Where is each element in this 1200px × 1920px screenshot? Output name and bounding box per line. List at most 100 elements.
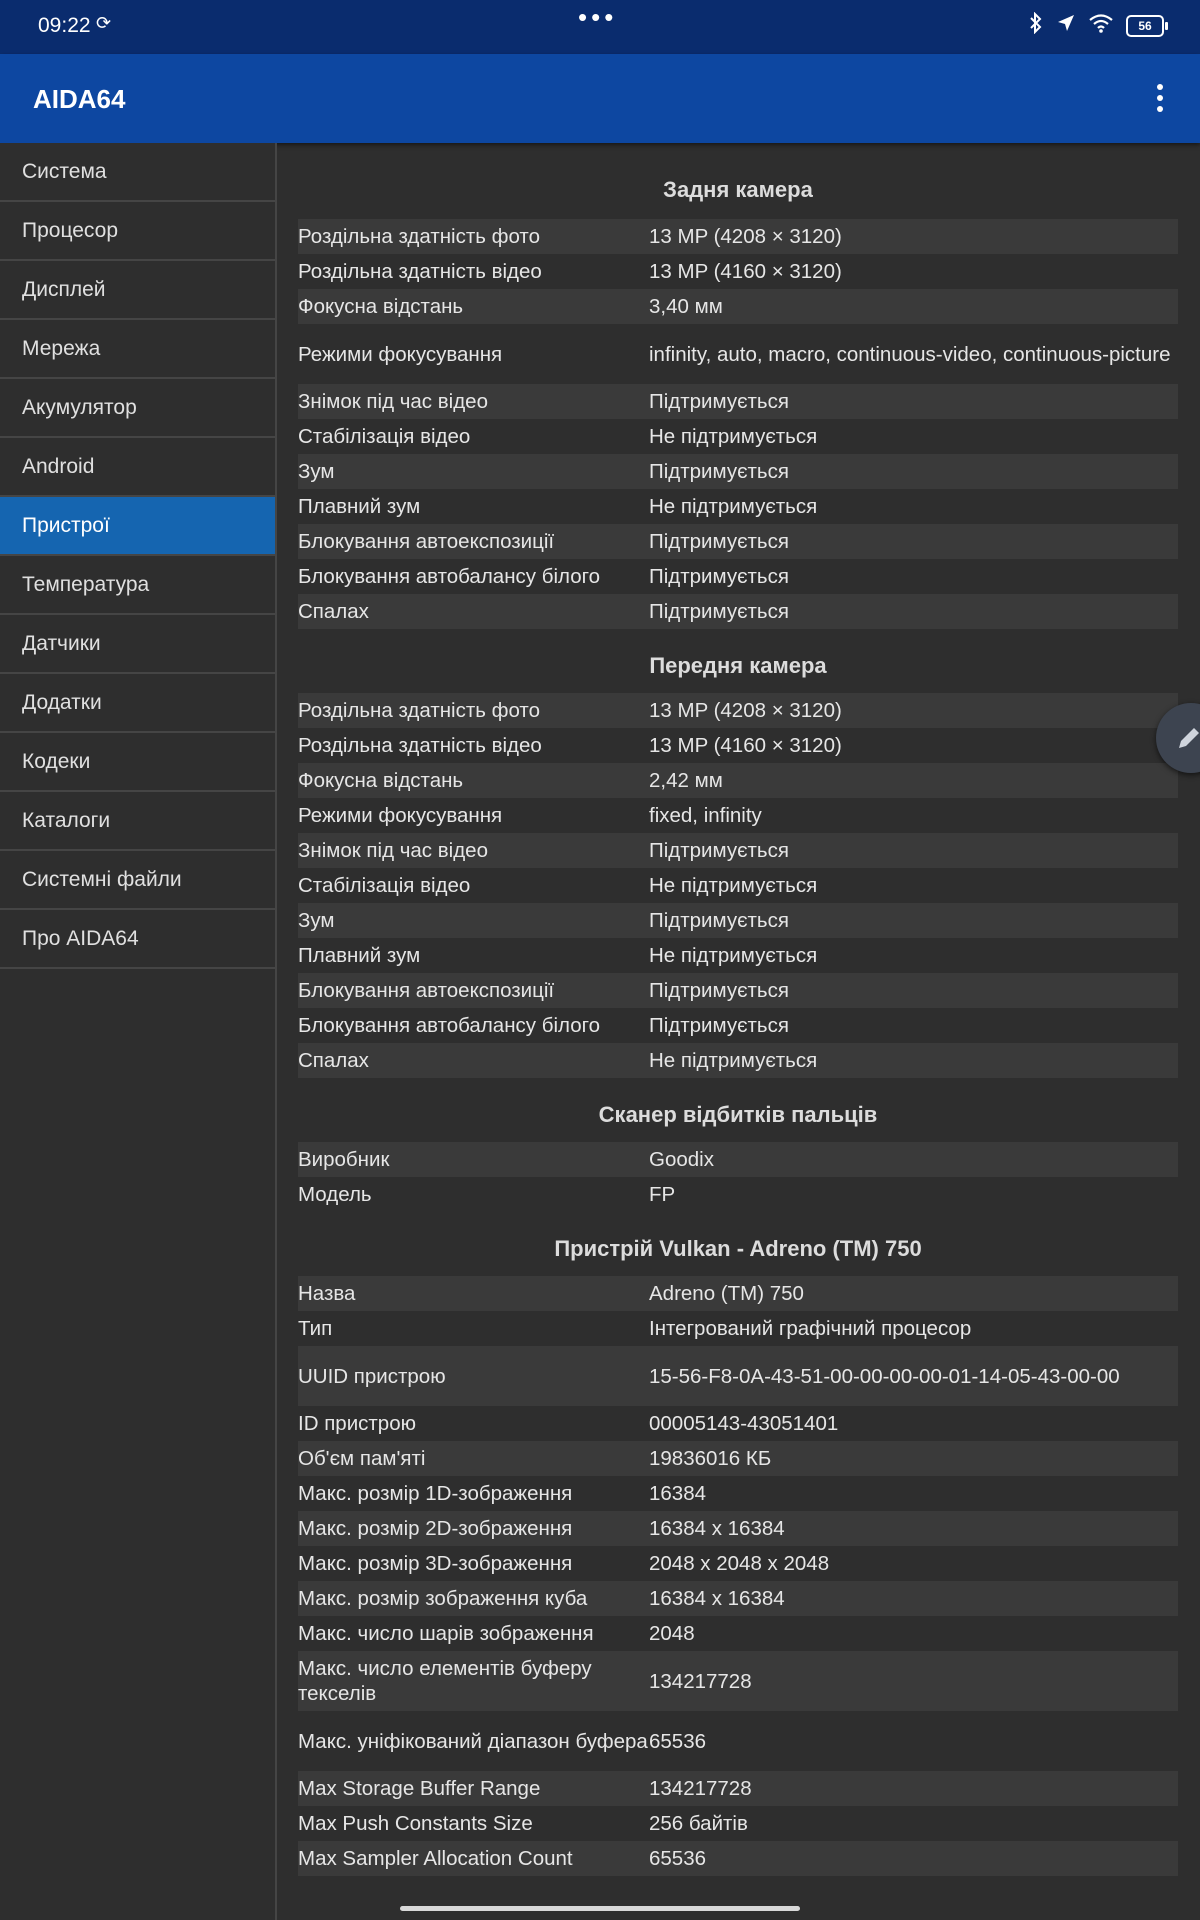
property-value: 16384: [649, 1476, 1178, 1511]
property-name: Фокусна відстань: [298, 763, 649, 798]
status-icons: 56: [1028, 11, 1168, 40]
table-row: Роздільна здатність фото 13 MP (4208 × 31…: [298, 693, 1178, 728]
property-value: 13 MP (4160 × 3120): [649, 254, 1178, 289]
property-value-text: 16384: [649, 1482, 707, 1505]
sidebar-item-5[interactable]: Android: [0, 438, 275, 497]
property-value-text: FP: [649, 1183, 676, 1206]
property-name: Виробник: [298, 1142, 649, 1177]
property-name-text: Режими фокусування: [298, 804, 503, 827]
bluetooth-icon: [1028, 11, 1044, 40]
property-value: Підтримується: [649, 559, 1178, 594]
property-value: 65536: [649, 1711, 1178, 1771]
property-value-text: Підтримується: [649, 909, 789, 932]
status-time: 09:22: [38, 14, 91, 37]
table-row: Макс. уніфікований діапазон буфера 65536: [298, 1711, 1178, 1771]
property-value: 15-56-F8-0A-43-51-00-00-00-00-01-14-05-4…: [649, 1346, 1178, 1406]
sidebar-item-3[interactable]: Мережа: [0, 320, 275, 379]
property-value-text: 134217728: [649, 1777, 752, 1800]
property-value-text: 13 MP (4208 × 3120): [649, 699, 842, 722]
table-row: Плавний зум Не підтримується: [298, 938, 1178, 973]
section-title: Пристрій Vulkan - Adreno (TM) 750: [554, 1236, 922, 1261]
property-name-text: Макс. число елементів буферу текселів: [298, 1657, 592, 1705]
table-row: Блокування автобалансу білого Підтримуєть…: [298, 1008, 1178, 1043]
sidebar-item-13[interactable]: Про AIDA64: [0, 910, 275, 969]
property-value-text: Підтримується: [649, 390, 789, 413]
sidebar-item-2[interactable]: Дисплей: [0, 261, 275, 320]
sidebar-item-0[interactable]: Система: [0, 143, 275, 202]
sidebar-item-12[interactable]: Системні файли: [0, 851, 275, 910]
property-name: Зум: [298, 454, 649, 489]
property-value-text: Підтримується: [649, 1014, 789, 1037]
property-value: 134217728: [649, 1771, 1178, 1806]
property-value-text: 16384 x 16384: [649, 1517, 785, 1540]
property-name-text: Макс. уніфікований діапазон буфера: [298, 1729, 648, 1753]
property-value: 3,40 мм: [649, 289, 1178, 324]
property-value-text: Не підтримується: [649, 495, 818, 518]
section-title: Сканер відбитків пальців: [598, 1102, 878, 1127]
property-name-text: Роздільна здатність фото: [298, 225, 540, 248]
property-name: Макс. розмір 3D-зображення: [298, 1546, 649, 1581]
sidebar-item-9[interactable]: Додатки: [0, 674, 275, 733]
property-value: Підтримується: [649, 524, 1178, 559]
table-row: ID пристрою 00005143-43051401: [298, 1406, 1178, 1441]
sidebar-item-1[interactable]: Процесор: [0, 202, 275, 261]
property-value: Goodix: [649, 1142, 1178, 1177]
property-name-text: Режими фокусування: [298, 342, 503, 366]
sidebar-item-6[interactable]: Пристрої: [0, 497, 275, 556]
property-value-text: 15-56-F8-0A-43-51-00-00-00-00-01-14-05-4…: [649, 1364, 1120, 1388]
property-value: Інтегрований графічний процесор: [649, 1311, 1178, 1346]
status-bar: 09:22 ⟳ ••• 56: [0, 0, 1200, 54]
sync-icon: ⟳: [96, 13, 112, 33]
sidebar-item-11[interactable]: Каталоги: [0, 792, 275, 851]
property-name: Роздільна здатність відео: [298, 254, 649, 289]
property-value-text: Підтримується: [649, 979, 789, 1002]
property-value-text: 13 MP (4160 × 3120): [649, 734, 842, 757]
property-name: Max Storage Buffer Range: [298, 1771, 649, 1806]
property-value: Не підтримується: [649, 1043, 1178, 1078]
property-name: Роздільна здатність відео: [298, 728, 649, 763]
property-name: Стабілізація відео: [298, 419, 649, 454]
table-row: Блокування автобалансу білого Підтримуєть…: [298, 559, 1178, 594]
property-name: Плавний зум: [298, 489, 649, 524]
sidebar-item-7[interactable]: Температура: [0, 556, 275, 615]
property-value-text: 256 байтів: [649, 1812, 748, 1835]
property-value: 13 MP (4208 × 3120): [649, 693, 1178, 728]
property-name: Фокусна відстань: [298, 289, 649, 324]
sidebar-item-10[interactable]: Кодеки: [0, 733, 275, 792]
sidebar-item-4[interactable]: Акумулятор: [0, 379, 275, 438]
property-value: Підтримується: [649, 384, 1178, 419]
table-row: UUID пристрою 15-56-F8-0A-43-51-00-00-00-…: [298, 1346, 1178, 1406]
property-name-text: Зум: [298, 909, 335, 932]
table-row: Фокусна відстань 3,40 мм: [298, 289, 1178, 324]
property-value-text: Не підтримується: [649, 1049, 818, 1072]
table-row: Max Push Constants Size 256 байтів: [298, 1806, 1178, 1841]
property-name-text: Блокування автоекспозиції: [298, 979, 555, 1002]
property-value-text: 134217728: [649, 1669, 752, 1693]
table-row: Спалах Не підтримується: [298, 1043, 1178, 1078]
property-name-text: Об'єм пам'яті: [298, 1447, 426, 1470]
property-name: Макс. розмір 1D-зображення: [298, 1476, 649, 1511]
multitask-dots-icon[interactable]: •••: [578, 2, 617, 33]
property-name-text: Макс. розмір зображення куба: [298, 1587, 588, 1610]
property-name: Макс. число шарів зображення: [298, 1616, 649, 1651]
property-value: Підтримується: [649, 903, 1178, 938]
property-value-text: Інтегрований графічний процесор: [649, 1317, 972, 1340]
device-details: Задня камера Роздільна здатність фото 13 M…: [298, 143, 1178, 1876]
sidebar-item-8[interactable]: Датчики: [0, 615, 275, 674]
section-title: Передня камера: [649, 653, 827, 678]
property-value: 16384 x 16384: [649, 1581, 1178, 1616]
property-name-text: Макс. розмір 2D-зображення: [298, 1517, 573, 1540]
home-indicator[interactable]: [400, 1906, 800, 1911]
property-name: Роздільна здатність фото: [298, 693, 649, 728]
table-row: Тип Інтегрований графічний процесор: [298, 1311, 1178, 1346]
location-icon: [1056, 13, 1076, 39]
property-value-text: Підтримується: [649, 839, 789, 862]
overflow-menu-icon[interactable]: [1150, 80, 1170, 116]
property-name-text: Знімок під час відео: [298, 839, 488, 862]
property-name: Макс. розмір зображення куба: [298, 1581, 649, 1616]
property-value-text: Не підтримується: [649, 944, 818, 967]
property-name-text: Фокусна відстань: [298, 769, 464, 792]
property-value: 134217728: [649, 1651, 1178, 1711]
property-value-text: Adreno (TM) 750: [649, 1282, 804, 1305]
table-row: Макс. розмір зображення куба 16384 x 1638…: [298, 1581, 1178, 1616]
